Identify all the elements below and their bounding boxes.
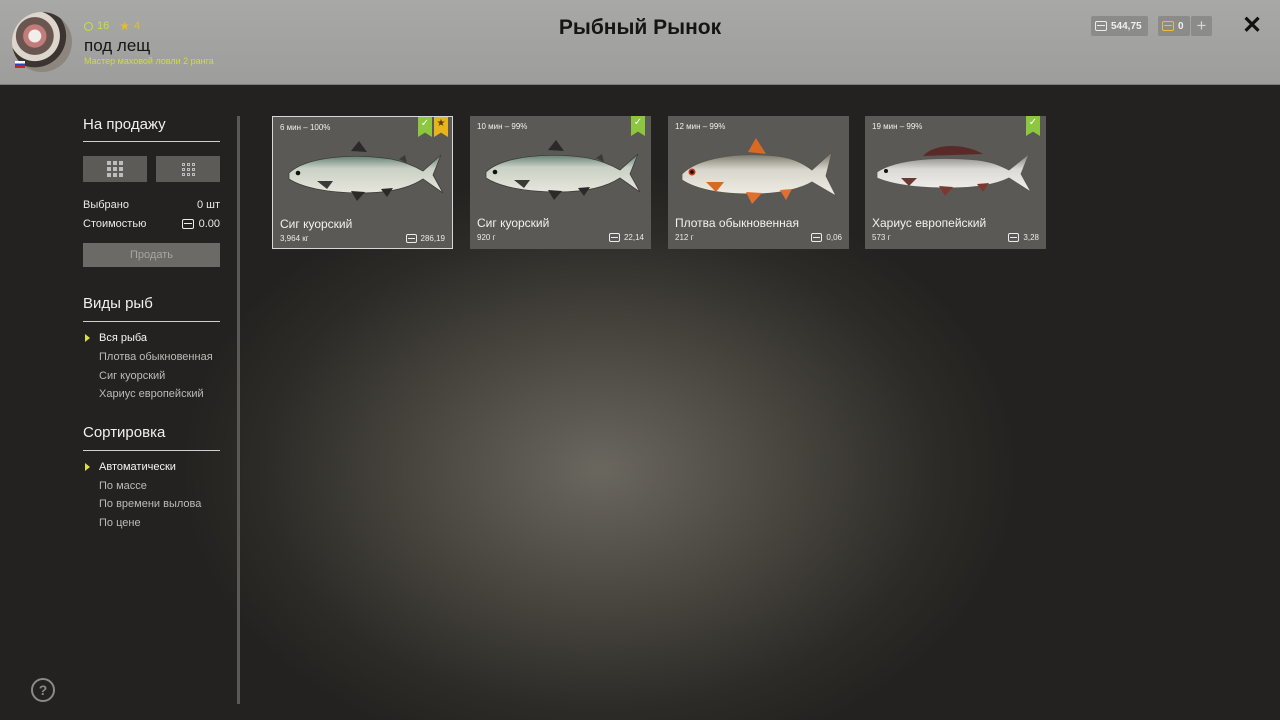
- species-filter-item[interactable]: Плотва обыкновенная: [99, 351, 213, 363]
- sell-button[interactable]: Продать: [83, 243, 220, 267]
- fish-name: Хариус европейский: [872, 216, 987, 230]
- page-title: Рыбный Рынок: [558, 16, 722, 39]
- silver-coin-icon: [1008, 233, 1020, 242]
- selected-value: 0 шт: [196, 199, 220, 211]
- help-icon[interactable]: ?: [31, 678, 55, 702]
- species-section-title: Виды рыб: [83, 295, 153, 312]
- fish-weight: 3,964 кг: [280, 234, 309, 243]
- selected-marker-icon: [85, 463, 90, 471]
- cost-value: 0.00: [198, 218, 220, 230]
- cost-row: Стоимостью 0.00: [83, 218, 220, 230]
- fish-price: 286,19: [405, 234, 445, 243]
- check-icon[interactable]: ✓: [418, 117, 432, 137]
- close-button[interactable]: ✕: [1242, 13, 1262, 39]
- silver-coin-icon: [405, 234, 417, 243]
- selected-label: Выбрано: [83, 199, 129, 211]
- sort-option[interactable]: По массе: [99, 480, 147, 492]
- add-currency-button[interactable]: +: [1191, 16, 1212, 36]
- species-filter-item[interactable]: Сиг куорский: [99, 370, 165, 382]
- divider: [83, 321, 220, 322]
- roach-image: [681, 138, 837, 204]
- fish-price: 3,28: [1008, 233, 1039, 242]
- fish-card[interactable]: 6 мин – 100% ✓ ★ Сиг куорский 3,964 кг 2…: [272, 116, 453, 249]
- star-icon[interactable]: ★: [434, 117, 448, 137]
- whitefish-image: [288, 141, 444, 201]
- catch-time: 19 мин – 99%: [872, 122, 923, 131]
- fish-price: 22,14: [608, 233, 644, 242]
- fish-weight: 573 г: [872, 233, 891, 242]
- panel-divider: [237, 116, 240, 704]
- catch-time: 12 мин – 99%: [675, 122, 726, 131]
- sale-section-title: На продажу: [83, 116, 166, 133]
- fish-card[interactable]: 12 мин – 99% Плотва обыкновенная 212 г 0…: [668, 116, 849, 249]
- fish-name: Сиг куорский: [477, 216, 550, 230]
- small-grid-view-button[interactable]: [156, 156, 220, 182]
- divider: [83, 450, 220, 451]
- gold-balance: 0: [1158, 16, 1190, 36]
- species-filter-item[interactable]: Вся рыба: [85, 332, 147, 344]
- gold-value: 0: [1178, 20, 1184, 32]
- fish-price: 0,06: [811, 233, 842, 242]
- fish-weight: 920 г: [477, 233, 496, 242]
- check-icon[interactable]: ✓: [631, 116, 645, 136]
- sort-option[interactable]: По цене: [99, 517, 141, 529]
- cost-label: Стоимостью: [83, 218, 147, 230]
- player-rank-title: Мастер маховой ловли 2 ранга: [84, 56, 214, 66]
- selected-count-row: Выбрано 0 шт: [83, 199, 220, 211]
- gold-coin-icon: [1162, 21, 1174, 31]
- top-bar: 16 ★ 4 под лещ Мастер маховой ловли 2 ра…: [0, 0, 1280, 85]
- small-grid-icon: [181, 162, 195, 176]
- sort-section-title: Сортировка: [83, 424, 166, 441]
- check-icon[interactable]: ✓: [1026, 116, 1040, 136]
- sort-option[interactable]: Автоматически: [85, 461, 176, 473]
- fish-name: Сиг куорский: [280, 217, 353, 231]
- selected-marker-icon: [85, 334, 90, 342]
- species-filter-item[interactable]: Хариус европейский: [99, 388, 204, 400]
- fish-card[interactable]: 19 мин – 99% ✓ Хариус европейский 573 г …: [865, 116, 1046, 249]
- fish-card[interactable]: 10 мин – 99% ✓ Сиг куорский 920 г 22,14: [470, 116, 651, 249]
- fish-name: Плотва обыкновенная: [675, 216, 799, 230]
- whitefish-image: [485, 140, 641, 200]
- catch-time: 6 мин – 100%: [280, 123, 331, 132]
- sort-option[interactable]: По времени вылова: [99, 498, 201, 510]
- silver-balance: 544,75: [1091, 16, 1148, 36]
- divider: [83, 141, 220, 142]
- fish-weight: 212 г: [675, 233, 694, 242]
- silver-coin-icon: [1095, 21, 1107, 31]
- silver-coin-icon: [608, 233, 620, 242]
- grayling-image: [876, 145, 1032, 196]
- large-grid-icon: [107, 161, 123, 177]
- flag-icon: [15, 61, 25, 68]
- silver-value: 544,75: [1111, 20, 1142, 32]
- silver-coin-icon: [181, 219, 194, 229]
- silver-coin-icon: [811, 233, 823, 242]
- large-grid-view-button[interactable]: [83, 156, 147, 182]
- catch-time: 10 мин – 99%: [477, 122, 528, 131]
